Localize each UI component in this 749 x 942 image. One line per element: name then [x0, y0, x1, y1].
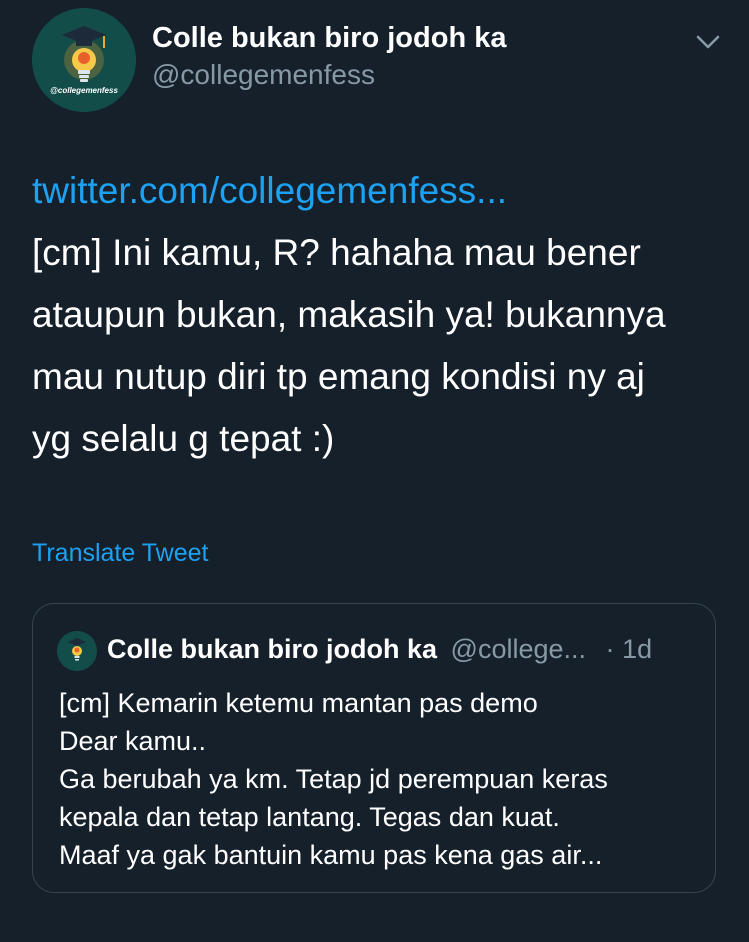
quoted-body-line: [cm] Kemarin ketemu mantan pas demo [59, 688, 538, 718]
quoted-handle: @college... [450, 634, 587, 664]
avatar[interactable]: @collegemenfess [32, 8, 136, 112]
tweet-body-line: mau nutup diri tp emang kondisi ny aj [32, 356, 645, 397]
tweet-body-line: ataupun bukan, makasih ya! bukannya [32, 294, 666, 335]
quoted-tweet[interactable]: Colle bukan biro jodoh ka @college... · … [32, 603, 716, 893]
quoted-timestamp: 1d [622, 634, 653, 664]
tweet-body: twitter.com/collegemenfess... [cm] Ini k… [32, 160, 732, 470]
lightbulb-graduation-icon [57, 631, 97, 671]
quoted-body-line: Ga berubah ya km. Tetap jd perempuan ker… [59, 764, 608, 794]
lightbulb-graduation-icon [32, 8, 136, 112]
tweet-body-line: yg selalu g tepat :) [32, 418, 335, 459]
quoted-body-line: kepala dan tetap lantang. Tegas dan kuat… [59, 802, 560, 832]
quoted-header: Colle bukan biro jodoh ka @college... · … [107, 634, 652, 665]
avatar-caption: @collegemenfess [50, 86, 118, 95]
quoted-avatar [57, 631, 97, 671]
display-name[interactable]: Colle bukan biro jodoh ka [152, 22, 506, 55]
separator-dot: · [605, 634, 615, 664]
tweet-card: @collegemenfess Colle bukan biro jodoh k… [0, 0, 749, 942]
quoted-body-line: Maaf ya gak bantuin kamu pas kena gas ai… [59, 840, 603, 870]
handle[interactable]: @collegemenfess [152, 59, 375, 91]
translate-tweet-link[interactable]: Translate Tweet [32, 539, 208, 568]
tweet-body-line: [cm] Ini kamu, R? hahaha mau bener [32, 232, 641, 273]
tweet-link[interactable]: twitter.com/collegemenfess... [32, 160, 732, 222]
quoted-body-line: Dear kamu.. [59, 726, 207, 756]
chevron-down-icon[interactable] [692, 28, 724, 56]
quoted-display-name: Colle bukan biro jodoh ka [107, 634, 438, 664]
quoted-body: [cm] Kemarin ketemu mantan pas demo Dear… [59, 684, 608, 874]
